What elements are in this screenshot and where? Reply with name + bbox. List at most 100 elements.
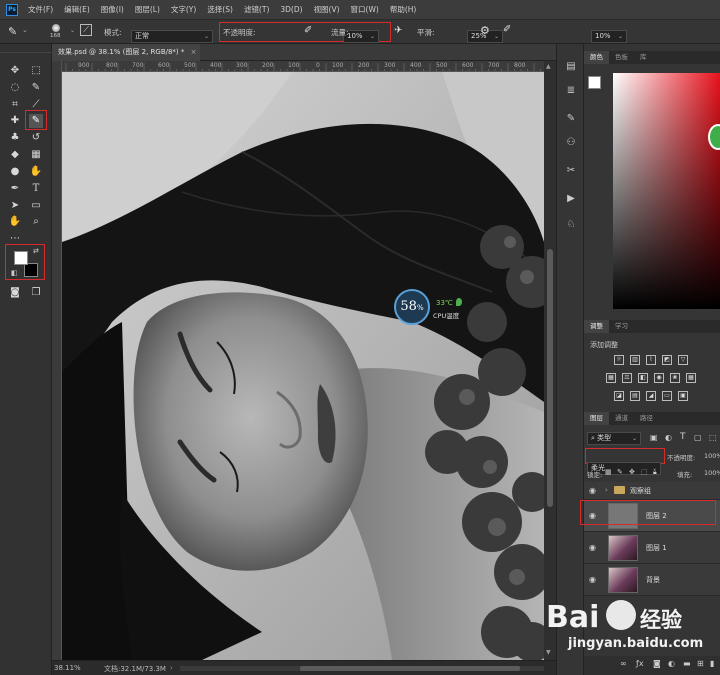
pressure-opacity-icon[interactable]: ✐ [304, 25, 312, 36]
scroll-thumb[interactable] [547, 249, 553, 507]
history-brush-tool-icon[interactable]: ↺ [29, 131, 43, 145]
menu-layer[interactable]: 图层(L) [135, 4, 160, 15]
layer-row-background[interactable]: ◉ 背景 [584, 564, 720, 596]
layer-row-group[interactable]: ◉ › 观察组 [584, 482, 720, 500]
filter-adjust-icon[interactable]: ◐ [665, 433, 672, 442]
menu-image[interactable]: 图像(I) [101, 4, 124, 15]
tab-swatches[interactable]: 色板 [609, 51, 634, 64]
dodge-tool-icon[interactable]: ✋ [29, 165, 43, 179]
hue-saturation-icon[interactable]: ▦ [606, 373, 616, 383]
photo-filter-icon[interactable]: ◉ [654, 373, 664, 383]
quick-mask-icon[interactable]: ◙ [8, 286, 22, 300]
vibrance-adjust-icon[interactable]: ▽ [678, 355, 688, 365]
smoothing-input[interactable]: 10% ⌄ [591, 30, 627, 43]
tab-layers[interactable]: 图层 [584, 412, 609, 425]
tab-libraries[interactable]: 库 [634, 51, 653, 64]
canvas-vertical-scrollbar[interactable]: ▲ ▼ [544, 61, 556, 660]
path-select-tool-icon[interactable]: ➤ [8, 199, 22, 213]
tab-adjustments[interactable]: 调整 [584, 320, 609, 333]
channel-mixer-icon[interactable]: ❀ [670, 373, 680, 383]
brush-preset-picker[interactable]: 168 [48, 23, 66, 41]
chevron-down-icon[interactable]: ⌄ [22, 26, 28, 34]
document-tab[interactable]: 效果.psd @ 38.1% (图层 2, RGB/8*) * × [52, 44, 200, 61]
mask-icon[interactable]: ◙ [653, 659, 661, 668]
menu-edit[interactable]: 编辑(E) [64, 4, 90, 15]
fill-value[interactable]: 100% [704, 469, 720, 477]
cpu-usage-gauge[interactable]: 58% [394, 289, 430, 325]
menu-type[interactable]: 文字(Y) [171, 4, 196, 15]
tab-channels[interactable]: 通道 [609, 412, 634, 425]
gradient-map-icon[interactable]: ▭ [662, 391, 672, 401]
exposure-adjust-icon[interactable]: ◩ [662, 355, 672, 365]
clone-stamp-tool-icon[interactable]: ♣ [8, 131, 22, 145]
lock-artboard-icon[interactable]: ⬚ [641, 468, 648, 476]
color-lookup-icon[interactable]: ▦ [686, 373, 696, 383]
mode-select[interactable]: 正常 ⌄ [131, 30, 213, 43]
brightness-adjust-icon[interactable]: ☼ [614, 355, 624, 365]
layer-opacity-value[interactable]: 100% [704, 452, 720, 460]
new-group-icon[interactable]: ▬ [683, 659, 691, 668]
menu-window[interactable]: 窗口(W) [351, 4, 379, 15]
tool-presets-icon[interactable]: ✂ [564, 164, 578, 178]
menu-3d[interactable]: 3D(D) [280, 5, 302, 14]
levels-adjust-icon[interactable]: ▥ [630, 355, 640, 365]
lock-position-icon[interactable]: ✥ [629, 468, 635, 476]
blur-tool-icon[interactable]: ● [8, 165, 22, 179]
swap-colors-icon[interactable]: ⇄ [33, 247, 39, 255]
lock-paint-icon[interactable]: ✎ [617, 468, 623, 476]
filter-smart-icon[interactable]: ⬚ [709, 433, 717, 442]
menu-filter[interactable]: 滤镜(T) [244, 4, 269, 15]
rectangle-tool-icon[interactable]: ▭ [29, 199, 43, 213]
menu-file[interactable]: 文件(F) [28, 4, 53, 15]
screen-mode-icon[interactable]: ❐ [29, 286, 43, 300]
lasso-tool-icon[interactable]: ◌ [8, 81, 22, 95]
background-color-swatch[interactable] [24, 263, 38, 277]
filter-type-icon[interactable]: T [680, 432, 686, 442]
quick-select-tool-icon[interactable]: ✎ [29, 81, 43, 95]
pressure-size-icon[interactable]: ✐ [503, 24, 511, 35]
eraser-tool-icon[interactable]: ◆ [8, 148, 22, 162]
curves-adjust-icon[interactable]: ⌇ [646, 355, 656, 365]
filter-shape-icon[interactable]: ▢ [694, 433, 702, 442]
eye-icon[interactable]: ◉ [589, 575, 598, 584]
adjustment-layer-icon[interactable]: ◐ [668, 659, 675, 668]
chevron-right-icon[interactable]: › [605, 486, 608, 494]
black-white-icon[interactable]: ◧ [638, 373, 648, 383]
eye-icon[interactable]: ◉ [589, 486, 598, 495]
posterize-icon[interactable]: ▤ [630, 391, 640, 401]
tab-learn[interactable]: 学习 [609, 320, 634, 333]
clone-source-icon[interactable]: ⚇ [564, 136, 578, 150]
menu-help[interactable]: 帮助(H) [390, 4, 417, 15]
menu-view[interactable]: 视图(V) [314, 4, 340, 15]
brush-tool-icon[interactable]: ✎ [8, 25, 17, 38]
selective-color-icon[interactable]: ▣ [678, 391, 688, 401]
tab-paths[interactable]: 路径 [634, 412, 659, 425]
zoom-level[interactable]: 38.11% [54, 664, 81, 672]
brush-tool-icon[interactable]: ✎ [29, 114, 43, 128]
lightbulb-icon[interactable]: ♘ [564, 218, 578, 232]
menu-select[interactable]: 选择(S) [207, 4, 233, 15]
default-colors-icon[interactable]: ◧ [11, 269, 18, 277]
actions-play-icon[interactable]: ▶ [564, 192, 578, 206]
zoom-tool-icon[interactable]: ⌕ [29, 215, 43, 229]
panel-foreground-swatch[interactable] [588, 76, 601, 89]
chevron-right-icon[interactable]: › [170, 664, 173, 672]
gear-icon[interactable]: ⚙ [480, 24, 490, 37]
tab-color[interactable]: 颜色 [584, 51, 609, 64]
healing-brush-tool-icon[interactable]: ✚ [8, 114, 22, 128]
lock-pixels-icon[interactable]: ▦ [605, 468, 612, 476]
scroll-up-icon[interactable]: ▲ [546, 63, 551, 70]
filter-pixel-icon[interactable]: ▣ [650, 433, 658, 442]
marquee-tool-icon[interactable]: ⬚ [29, 64, 43, 78]
close-icon[interactable]: × [191, 48, 197, 56]
move-tool-icon[interactable]: ✥ [8, 64, 22, 78]
layer-filter-select[interactable]: ⌕ 类型 ⌄ [587, 432, 641, 445]
crop-tool-icon[interactable]: ⌗ [8, 98, 22, 112]
trash-icon[interactable]: ▮ [710, 659, 714, 668]
lock-all-icon[interactable]: 🔒︎ [653, 468, 657, 477]
hand-tool-icon[interactable]: ✋ [8, 215, 22, 229]
gradient-tool-icon[interactable]: ▦ [29, 148, 43, 162]
brush-panel-icon[interactable]: ⟋ [80, 24, 92, 36]
new-layer-icon[interactable]: ⊞ [697, 659, 704, 668]
foreground-color-swatch[interactable] [14, 251, 28, 265]
